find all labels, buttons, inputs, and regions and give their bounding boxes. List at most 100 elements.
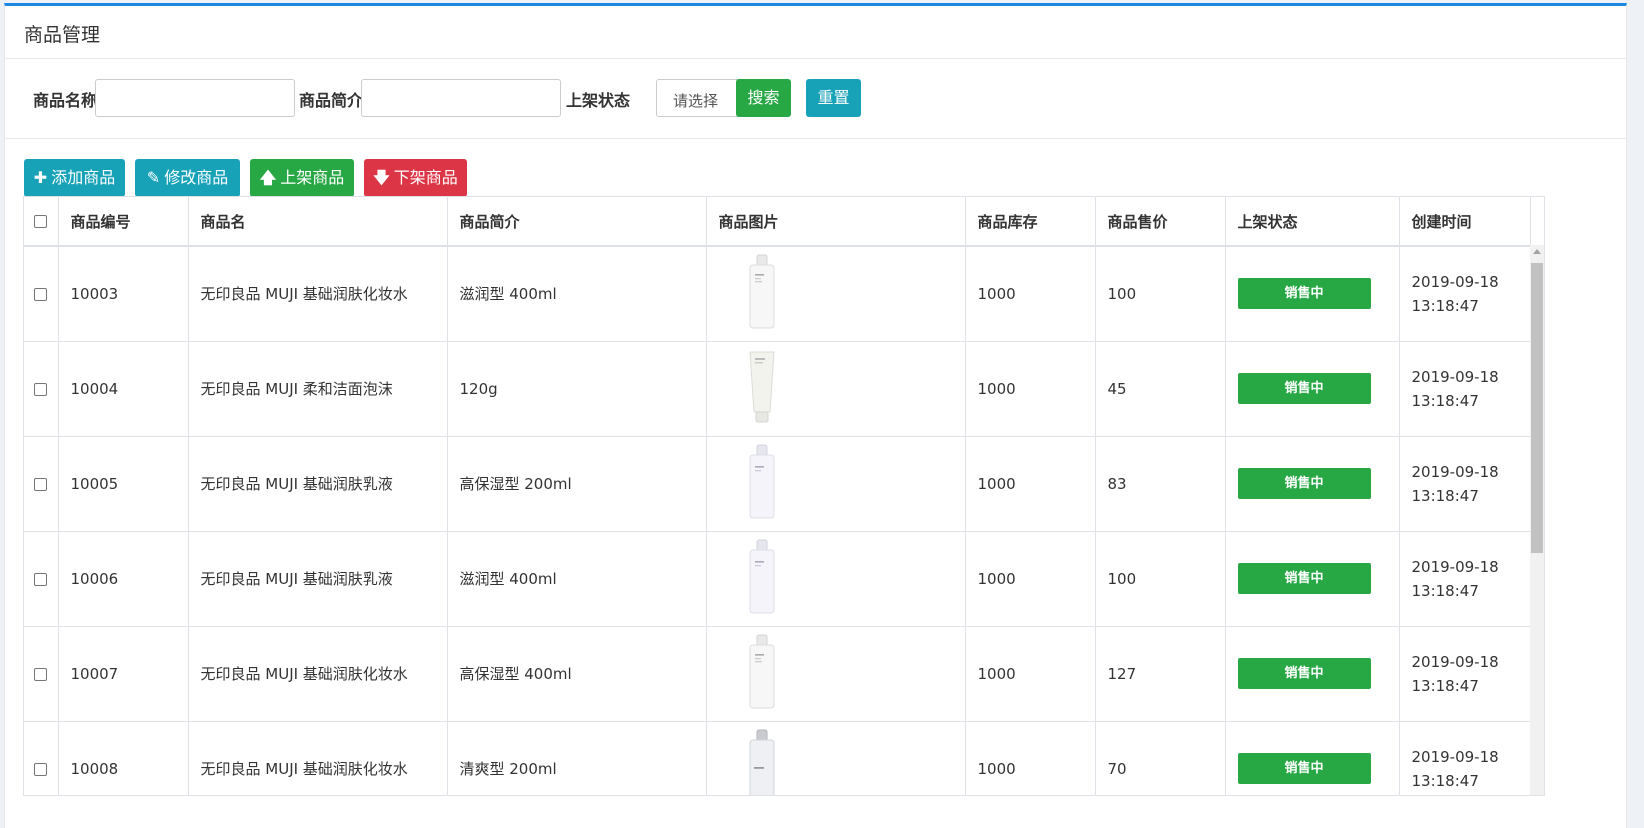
product-thumbnail[interactable] — [747, 539, 965, 619]
status-badge: 销售中 — [1237, 278, 1371, 310]
select-all-checkbox[interactable] — [34, 215, 48, 228]
product-stock-cell: 1000 — [965, 436, 1096, 532]
created-time-cell: 2019-09-18 13:18:47 — [1399, 246, 1531, 342]
row-select-cell — [24, 436, 59, 532]
row-select-cell — [24, 626, 59, 722]
reset-button[interactable]: 重置 — [806, 79, 861, 117]
table-row[interactable]: 10008 无印良品 MUJI 基础润肤化妆水 清爽型 200ml 1000 70 销售中… — [24, 721, 1531, 795]
column-header[interactable]: 商品售价 — [1095, 197, 1226, 247]
product-name-cell: 无印良品 MUJI 基础润肤乳液 — [188, 531, 448, 627]
product-desc-cell: 120g — [447, 341, 707, 437]
shelve-product-button[interactable]: 🡅 上架商品 — [250, 159, 354, 197]
product-desc-cell: 高保湿型 400ml — [447, 626, 707, 722]
product-desc-cell: 滋润型 400ml — [447, 246, 707, 342]
created-time: 13:18:47 — [1411, 771, 1479, 790]
product-id-cell: 10006 — [58, 531, 189, 627]
product-id-cell: 10003 — [58, 246, 189, 342]
product-price-cell: 70 — [1095, 721, 1226, 795]
status-cell: 销售中 — [1225, 721, 1400, 795]
select-all-cell — [24, 197, 59, 247]
column-header[interactable]: 商品名 — [188, 197, 448, 247]
product-name-input[interactable] — [95, 79, 295, 117]
product-id-cell: 10008 — [58, 721, 189, 795]
add-product-button[interactable]: ✚ 添加商品 — [24, 159, 125, 197]
created-date: 2019-09-18 — [1411, 652, 1499, 671]
created-time: 13:18:47 — [1411, 391, 1479, 410]
row-checkbox[interactable] — [34, 382, 48, 396]
created-time-cell: 2019-09-18 13:18:47 — [1399, 626, 1531, 722]
product-stock-cell: 1000 — [965, 626, 1096, 722]
product-thumbnail[interactable] — [747, 350, 965, 428]
scroll-up-arrow-icon[interactable] — [1533, 249, 1541, 254]
table-scrollbar[interactable] — [1530, 245, 1544, 795]
product-id-cell: 10004 — [58, 341, 189, 437]
column-header[interactable]: 商品图片 — [706, 197, 966, 247]
product-thumbnail[interactable] — [747, 254, 965, 334]
row-select-cell — [24, 341, 59, 437]
product-name-cell: 无印良品 MUJI 柔和洁面泡沫 — [188, 341, 448, 437]
product-desc-cell: 高保湿型 200ml — [447, 436, 707, 532]
created-time: 13:18:47 — [1411, 581, 1479, 600]
product-desc-cell: 清爽型 200ml — [447, 721, 707, 795]
product-image-cell — [706, 531, 966, 627]
created-date: 2019-09-18 — [1411, 367, 1499, 386]
edit-product-button[interactable]: ✎ 修改商品 — [135, 159, 240, 197]
created-time: 13:18:47 — [1411, 676, 1479, 695]
row-checkbox[interactable] — [34, 762, 48, 776]
table-row[interactable]: 10003 无印良品 MUJI 基础润肤化妆水 滋润型 400ml 1000 100 销售… — [24, 246, 1531, 342]
page-title: 商品管理 — [5, 6, 1626, 59]
product-image-cell — [706, 341, 966, 437]
table-row[interactable]: 10005 无印良品 MUJI 基础润肤乳液 高保湿型 200ml 1000 83 销售中… — [24, 436, 1531, 532]
product-image-cell — [706, 436, 966, 532]
status-badge: 销售中 — [1237, 753, 1371, 784]
row-checkbox[interactable] — [34, 477, 48, 491]
product-name-label: 商品名称 — [33, 91, 98, 110]
status-badge: 销售中 — [1237, 468, 1371, 499]
shelf-status-label: 上架状态 — [566, 91, 631, 110]
search-bar: 商品名称 商品简介 上架状态 请选择 ▼ 搜索 重置 — [5, 59, 1626, 139]
shelve-product-label: 上架商品 — [280, 168, 345, 187]
column-header[interactable]: 创建时间 — [1399, 197, 1531, 247]
status-cell: 销售中 — [1225, 626, 1400, 722]
created-time: 13:18:47 — [1411, 296, 1479, 315]
product-stock-cell: 1000 — [965, 341, 1096, 437]
product-name-cell: 无印良品 MUJI 基础润肤乳液 — [188, 436, 448, 532]
product-price-cell: 83 — [1095, 436, 1226, 532]
product-thumbnail[interactable] — [747, 729, 965, 795]
product-id-cell: 10005 — [58, 436, 189, 532]
created-time-cell: 2019-09-18 13:18:47 — [1399, 436, 1531, 532]
product-price-cell: 127 — [1095, 626, 1226, 722]
table-row[interactable]: 10007 无印良品 MUJI 基础润肤化妆水 高保湿型 400ml 1000 127 销… — [24, 626, 1531, 722]
product-desc-input[interactable] — [361, 79, 561, 117]
status-cell: 销售中 — [1225, 246, 1400, 342]
product-stock-cell: 1000 — [965, 531, 1096, 627]
created-time: 13:18:47 — [1411, 486, 1479, 505]
scrollbar-thumb[interactable] — [1531, 263, 1543, 553]
created-time-cell: 2019-09-18 13:18:47 — [1399, 531, 1531, 627]
created-date: 2019-09-18 — [1411, 462, 1499, 481]
product-thumbnail[interactable] — [747, 634, 965, 714]
product-price-cell: 45 — [1095, 341, 1226, 437]
product-stock-cell: 1000 — [965, 246, 1096, 342]
unshelve-product-label: 下架商品 — [393, 168, 458, 187]
product-table: 商品编号 商品名 商品简介 商品图片 商品库存 商品售价 上架状态 创建时间 1… — [23, 196, 1545, 796]
created-time-cell: 2019-09-18 13:18:47 — [1399, 341, 1531, 437]
table-header-row: 商品编号 商品名 商品简介 商品图片 商品库存 商品售价 上架状态 创建时间 — [24, 197, 1531, 247]
table-row[interactable]: 10004 无印良品 MUJI 柔和洁面泡沫 120g 1000 45 销售中 2019-0… — [24, 341, 1531, 437]
add-product-label: 添加商品 — [51, 168, 116, 187]
column-header[interactable]: 商品编号 — [58, 197, 189, 247]
table-row[interactable]: 10006 无印良品 MUJI 基础润肤乳液 滋润型 400ml 1000 100 销售中… — [24, 531, 1531, 627]
unshelve-product-button[interactable]: 🡇 下架商品 — [364, 159, 467, 197]
row-checkbox[interactable] — [34, 287, 48, 301]
product-thumbnail[interactable] — [747, 444, 965, 524]
row-checkbox[interactable] — [34, 572, 48, 586]
row-checkbox[interactable] — [34, 667, 48, 681]
column-header[interactable]: 商品库存 — [965, 197, 1096, 247]
column-header[interactable]: 商品简介 — [447, 197, 707, 247]
product-image-cell — [706, 246, 966, 342]
search-button[interactable]: 搜索 — [736, 79, 791, 117]
edit-product-label: 修改商品 — [164, 168, 229, 187]
product-id-cell: 10007 — [58, 626, 189, 722]
column-header[interactable]: 上架状态 — [1225, 197, 1400, 247]
status-cell: 销售中 — [1225, 341, 1400, 437]
